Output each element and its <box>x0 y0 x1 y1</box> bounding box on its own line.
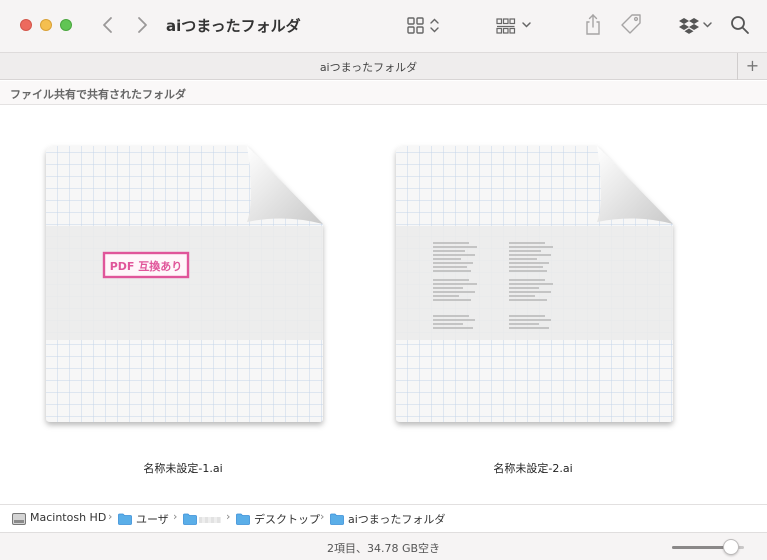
shared-folder-header: ファイル共有で共有されたフォルダ <box>0 81 767 105</box>
svg-text:PDF 互換あり: PDF 互換あり <box>110 259 183 273</box>
tag-icon <box>621 14 641 34</box>
zoom-window-button[interactable] <box>60 19 72 31</box>
forward-button[interactable] <box>131 14 153 36</box>
minimize-window-button[interactable] <box>40 19 52 31</box>
folder-icon <box>183 513 197 525</box>
tab-bar: aiつまったフォルダ + <box>0 52 767 80</box>
new-tab-button[interactable]: + <box>737 53 767 80</box>
window-title: aiつまったフォルダ <box>166 17 301 35</box>
tag-button[interactable] <box>619 12 643 38</box>
chevron-down-icon <box>522 22 531 28</box>
file-item[interactable]: PDF 互換あり 名称未設定-1.ai <box>33 140 333 480</box>
folder-icon <box>236 513 250 525</box>
illustrator-document-icon: PDF 互換あり <box>46 146 323 422</box>
file-name-label: 名称未設定-2.ai <box>493 462 573 475</box>
dropbox-icon <box>679 18 699 34</box>
toolbar: aiつまったフォルダ <box>0 0 767 52</box>
folder-icon <box>330 513 344 525</box>
chevron-down-icon <box>703 22 712 28</box>
file-item[interactable]: 名称未設定-2.ai <box>383 140 683 480</box>
path-item-users[interactable]: ユーザ <box>136 511 169 527</box>
path-item-macintosh-hd[interactable]: Macintosh HD <box>30 511 106 524</box>
hard-drive-icon <box>12 513 26 525</box>
path-separator: › <box>108 510 113 523</box>
path-item-current-folder[interactable]: aiつまったフォルダ <box>348 511 445 527</box>
close-window-button[interactable] <box>20 19 32 31</box>
view-mode-button[interactable] <box>404 12 444 38</box>
folder-icon <box>118 513 132 525</box>
group-by-button[interactable] <box>494 12 534 38</box>
back-button[interactable] <box>97 14 119 36</box>
shared-folder-label: ファイル共有で共有されたフォルダ <box>10 88 186 101</box>
path-item-desktop[interactable]: デスクトップ <box>254 511 320 527</box>
share-button[interactable] <box>582 12 604 38</box>
share-icon <box>586 14 600 35</box>
path-separator: › <box>320 510 325 523</box>
status-text: 2項目、34.78 GB空き <box>326 542 441 555</box>
group-by-icon <box>496 18 516 34</box>
redacted-username <box>199 517 221 523</box>
magnifier-icon <box>731 16 749 34</box>
tab-aitsumatta-folder[interactable]: aiつまったフォルダ <box>0 59 737 75</box>
dropbox-button[interactable] <box>678 12 714 38</box>
up-down-chevron-icon <box>430 18 439 33</box>
path-separator: › <box>173 510 178 523</box>
search-button[interactable] <box>729 12 751 38</box>
file-name-label: 名称未設定-1.ai <box>143 462 223 475</box>
path-bar: Macintosh HD › ユーザ › › デスクトップ › aiつまったフォ… <box>0 504 767 532</box>
path-separator: › <box>226 510 231 523</box>
grid-view-icon <box>407 17 424 34</box>
pdf-compatible-stamp: PDF 互換あり <box>102 251 190 279</box>
illustrator-document-icon <box>396 146 673 422</box>
status-bar: 2項目、34.78 GB空き <box>0 532 767 560</box>
icon-size-slider-thumb[interactable] <box>723 539 740 555</box>
